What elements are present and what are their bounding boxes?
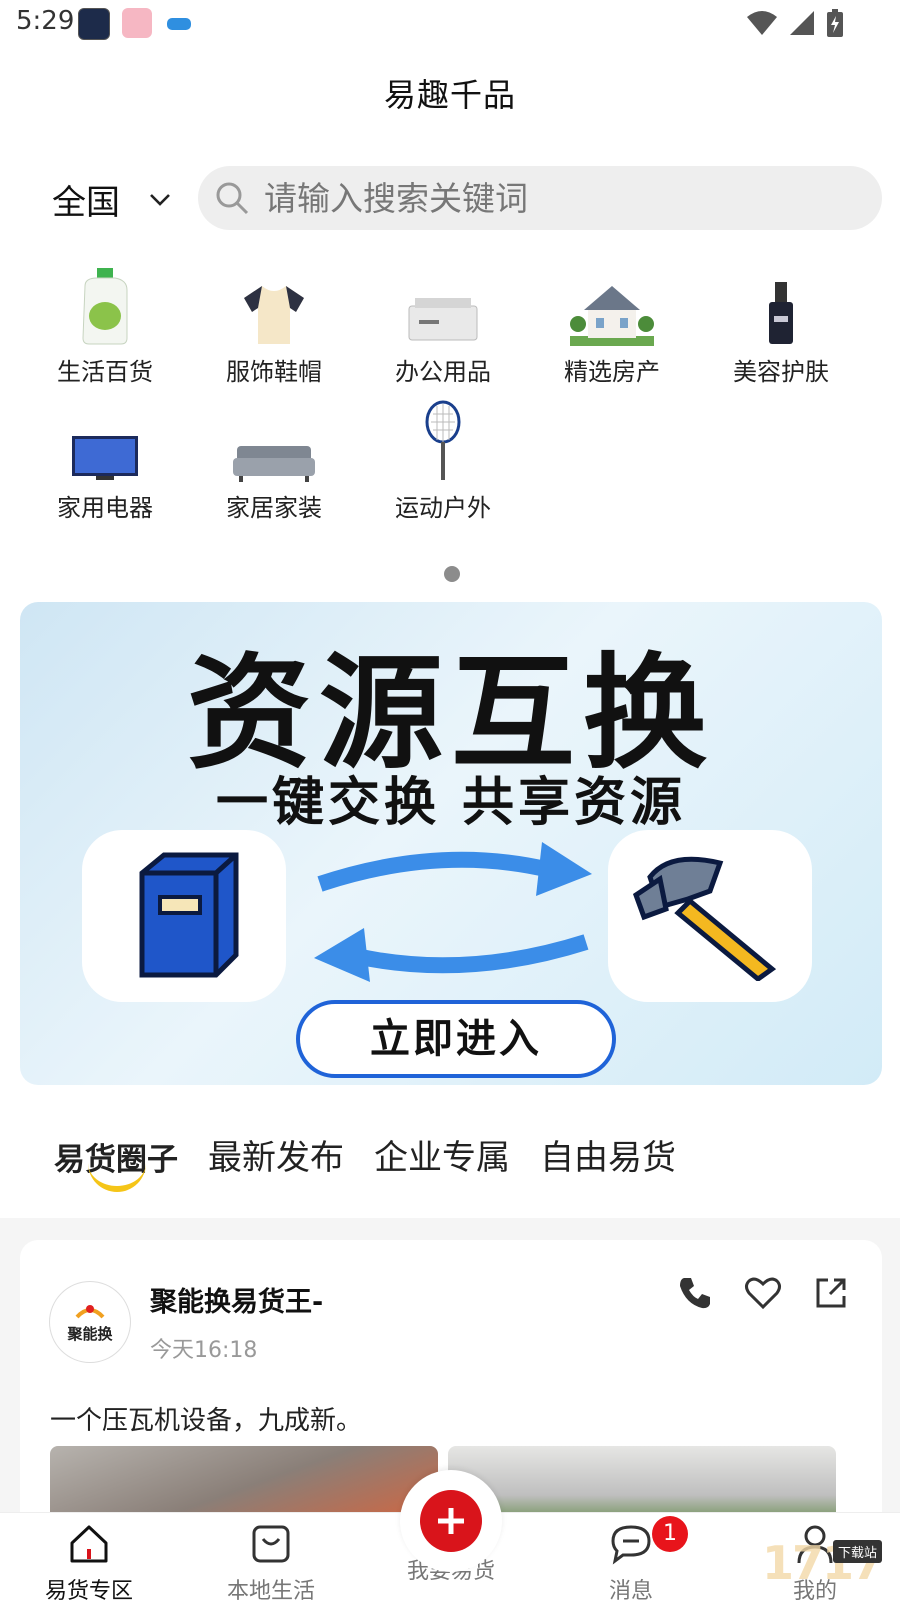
tennis-racket-icon: [425, 400, 461, 480]
feed-tabs: 易货圈子 最新发布 企业专属 自由易货: [54, 1130, 676, 1192]
chat-icon: [611, 1525, 651, 1565]
region-selector[interactable]: 全国: [52, 175, 172, 224]
bag-icon: [252, 1525, 290, 1563]
active-tab-indicator: [88, 1160, 146, 1192]
detergent-bottle-icon: [82, 268, 128, 345]
share-icon[interactable]: [814, 1276, 848, 1310]
category-home-furnishing[interactable]: 家居家装: [199, 398, 349, 523]
wifi-icon: [747, 11, 777, 35]
notification-icons: [78, 8, 194, 40]
hammer-tile: [608, 830, 812, 1002]
post-time: 今天16:18: [150, 1338, 258, 1363]
car-app-icon: [164, 8, 194, 38]
post-author[interactable]: 聚能换易货王-: [150, 1280, 323, 1319]
category-label: 生活百货: [57, 358, 153, 386]
nav-local-life[interactable]: 本地生活: [196, 1523, 346, 1605]
pager-dot: [444, 566, 460, 582]
publish-barter-button[interactable]: [400, 1470, 502, 1572]
system-icons: [746, 8, 844, 38]
battery-icon: [827, 9, 843, 37]
plus-icon: [420, 1490, 482, 1552]
house-icon: [570, 286, 654, 346]
tab-latest[interactable]: 最新发布: [208, 1130, 344, 1179]
tab-free-barter[interactable]: 自由易货: [540, 1130, 676, 1179]
search-bar[interactable]: [198, 166, 882, 230]
printer-icon: [408, 298, 478, 341]
chevron-down-icon: [150, 193, 170, 206]
page-title: 易趣千品: [383, 76, 516, 114]
nav-label: 消息: [608, 1579, 653, 1604]
tab-enterprise[interactable]: 企业专属: [374, 1130, 510, 1179]
book-tile: [82, 830, 286, 1002]
nav-label: 本地生活: [226, 1579, 315, 1604]
category-real-estate[interactable]: 精选房产: [537, 262, 687, 387]
search-icon: [216, 182, 249, 215]
phone-icon[interactable]: [678, 1276, 712, 1310]
home-icon: [70, 1525, 108, 1563]
avatar[interactable]: 聚能换: [50, 1282, 130, 1362]
tv-icon: [72, 436, 138, 480]
avatar-text: 聚能换: [67, 1324, 113, 1343]
search-input[interactable]: [262, 177, 826, 219]
category-sports[interactable]: 运动户外: [368, 398, 518, 523]
hammer-icon: [632, 856, 777, 981]
heart-icon[interactable]: [744, 1276, 782, 1310]
category-label: 运动户外: [395, 494, 491, 522]
region-label: 全国: [52, 183, 120, 223]
logo-mark-icon: [75, 1304, 105, 1318]
nav-label: 易货专区: [44, 1579, 133, 1604]
category-label: 家用电器: [57, 494, 153, 522]
category-label: 家居家装: [226, 494, 322, 522]
category-daily-goods[interactable]: 生活百货: [30, 262, 180, 387]
status-time: 5:29: [16, 6, 75, 36]
tshirt-icon: [244, 286, 304, 344]
category-appliances[interactable]: 家用电器: [30, 398, 180, 523]
promo-banner[interactable]: 资源互换 一键交换 共享资源 立即进入: [20, 602, 882, 1085]
signal-icon: [790, 11, 814, 35]
category-label: 精选房产: [564, 358, 660, 386]
tab-barter-circle[interactable]: 易货圈子: [54, 1134, 178, 1192]
serum-bottle-icon: [769, 282, 793, 344]
swap-arrows-icon: [314, 842, 592, 982]
book-icon: [139, 852, 239, 978]
post-text: 一个压瓦机设备，九成新。: [50, 1406, 363, 1436]
sofa-icon: [233, 446, 315, 482]
clock-app-icon: [78, 8, 110, 40]
post-actions: [678, 1276, 848, 1310]
category-label: 服饰鞋帽: [226, 358, 322, 386]
category-apparel[interactable]: 服饰鞋帽: [199, 262, 349, 387]
category-beauty[interactable]: 美容护肤: [706, 262, 856, 387]
enter-now-button[interactable]: 立即进入: [296, 1000, 616, 1078]
banner-subtitle: 一键交换 共享资源: [215, 773, 687, 833]
cat-app-icon: [122, 8, 152, 38]
category-office[interactable]: 办公用品: [368, 262, 518, 387]
category-label: 办公用品: [395, 358, 491, 386]
message-badge: 1: [652, 1516, 688, 1552]
watermark-badge: 下载站: [832, 1540, 882, 1563]
category-label: 美容护肤: [733, 358, 829, 386]
nav-barter-zone[interactable]: 易货专区: [14, 1523, 164, 1605]
